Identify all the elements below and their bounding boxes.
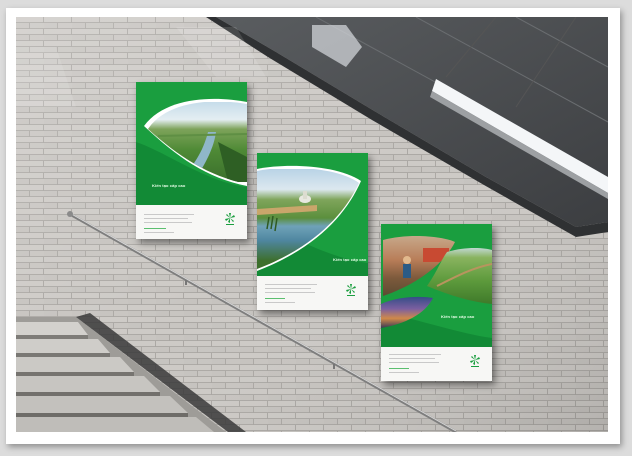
poster-1-headline: Kiến tạo cấp cao: [152, 183, 186, 188]
poster-2-headline: Kiến tạo cấp cao: [333, 257, 367, 262]
poster-3-headline: Kiến tạo cấp cao: [441, 314, 475, 319]
poster-1: Kiến tạo cấp cao: [136, 82, 247, 239]
poster-3: Kiến tạo cấp cao: [381, 224, 492, 381]
poster-2: Kiến tạo cấp cao: [257, 153, 368, 310]
stairwell-scene: Kiến tạo cấp cao Kiến tạo cấp cao Kiến t…: [16, 17, 608, 432]
